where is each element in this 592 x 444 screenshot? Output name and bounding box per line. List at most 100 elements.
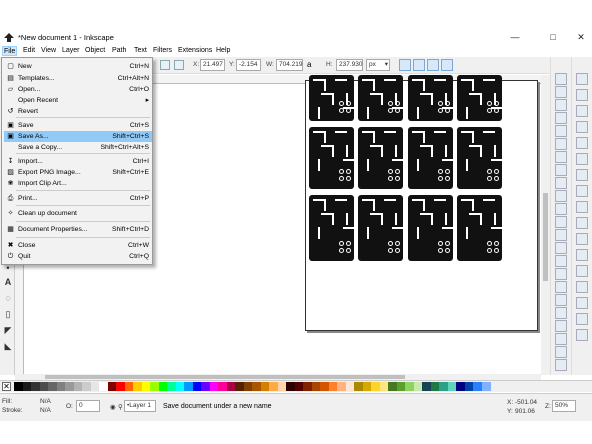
file-menu-item-document-properties[interactable]: ▦ Document Properties... Shift+Ctrl+D [4,224,152,235]
text-font-icon[interactable] [555,333,567,345]
vertical-scroll-thumb[interactable] [543,193,548,281]
lower-icon[interactable] [174,60,184,70]
snap-toggle-icon[interactable] [576,73,588,85]
pcb-layout-shape[interactable] [358,75,403,121]
layer-select[interactable]: •Layer 1 [124,400,156,412]
pcb-layout-shape[interactable] [309,127,354,189]
file-menu-item-open-recent[interactable]: Open Recent ▸ [4,95,152,106]
zoom-drawing-icon[interactable] [555,229,567,241]
file-menu-item-quit[interactable]: ⏻ Quit Ctrl+Q [4,251,152,262]
snap-bbox-corners-icon[interactable] [576,121,588,133]
menu-path[interactable]: Path [111,46,127,56]
maximize-button[interactable]: □ [543,31,563,44]
pcb-layout-shape[interactable] [408,195,453,261]
pcb-layout-shape[interactable] [408,127,453,189]
snap-page-border-icon[interactable] [576,297,588,309]
zoom-selection-icon[interactable] [555,216,567,228]
open-doc-icon[interactable] [555,86,567,98]
file-menu-item-save[interactable]: ▣ Save Ctrl+S [4,120,152,131]
raise-icon[interactable] [160,60,170,70]
file-menu-item-close[interactable]: ✖ Close Ctrl+W [4,240,152,251]
ungroup-icon[interactable] [555,307,567,319]
y-input[interactable]: -2.154 [236,59,261,71]
unit-select[interactable]: px ▾ [366,59,390,71]
eraser-tool-icon[interactable]: ▯ [3,309,13,319]
fill-value[interactable]: N/A [40,398,51,405]
lock-icon[interactable]: a [307,60,317,70]
save-doc-icon[interactable] [555,99,567,111]
pcb-layout-shape[interactable] [309,75,354,121]
w-input[interactable]: 704.219 [276,59,303,71]
pcb-layout-shape[interactable] [358,195,403,261]
redo-icon[interactable] [555,164,567,176]
snap-rotation-center-icon[interactable] [576,265,588,277]
menu-file[interactable]: File [2,46,18,56]
file-menu-item-open[interactable]: ▱ Open... Ctrl+O [4,84,152,95]
align-icon[interactable] [555,359,567,371]
scale-stroke-icon[interactable] [399,59,411,71]
group-icon[interactable] [555,294,567,306]
pcb-layout-shape[interactable] [408,75,453,121]
snap-intersections-icon[interactable] [576,185,588,197]
snap-bbox-icon[interactable] [576,89,588,101]
snap-bbox-midpoints-icon[interactable] [576,137,588,149]
paint-bucket-icon[interactable]: ◤ [3,325,13,335]
vertical-scrollbar[interactable] [541,75,550,375]
pcb-layout-shape[interactable] [457,75,502,121]
snap-guide-icon[interactable] [576,329,588,341]
snap-grid-icon[interactable] [576,313,588,325]
file-menu-item-save-a-copy[interactable]: Save a Copy... Shift+Ctrl+Alt+S [4,142,152,153]
snap-text-baseline-icon[interactable] [576,281,588,293]
copy-icon[interactable] [555,177,567,189]
menu-filters[interactable]: Filters [152,46,173,56]
minimize-button[interactable]: — [505,31,525,44]
horizontal-scroll-thumb[interactable] [45,375,405,379]
paste-icon[interactable] [555,203,567,215]
menu-object[interactable]: Object [84,46,106,56]
text-tool-icon[interactable]: A [3,277,13,287]
gradient-tool-icon[interactable]: ◣ [3,341,13,351]
spray-tool-icon[interactable]: ◌ [3,293,13,303]
menu-extensions[interactable]: Extensions [177,46,213,56]
export-doc-icon[interactable] [555,138,567,150]
unlink-clone-icon[interactable] [555,281,567,293]
file-menu-item-import[interactable]: ↧ Import... Ctrl+I [4,156,152,167]
file-menu-item-import-clip-art[interactable]: ❀ Import Clip Art... [4,178,152,189]
zoom-page-icon[interactable] [555,242,567,254]
snap-cusp-icon[interactable] [576,201,588,213]
snap-midpoints-icon[interactable] [576,233,588,245]
clone-icon[interactable] [555,268,567,280]
file-menu-item-clean-up-document[interactable]: ✧ Clean up document [4,208,152,219]
snap-smooth-icon[interactable] [576,217,588,229]
snap-bbox-edges-icon[interactable] [576,105,588,117]
fill-stroke-icon[interactable] [555,320,567,332]
move-gradients-icon[interactable] [427,59,439,71]
scale-corners-icon[interactable] [413,59,425,71]
file-menu-item-export-png-image[interactable]: ▨ Export PNG Image... Shift+Ctrl+E [4,167,152,178]
lock-layer-icon[interactable]: ⚲ [118,403,123,411]
menu-help[interactable]: Help [215,46,231,56]
cut-icon[interactable] [555,190,567,202]
h-input[interactable]: 237.930 [336,59,363,71]
x-input[interactable]: 21.497 [200,59,225,71]
menu-layer[interactable]: Layer [61,46,81,56]
pcb-layout-shape[interactable] [457,195,502,261]
opacity-input[interactable]: 0 [76,400,100,412]
print-doc-icon[interactable] [555,112,567,124]
menu-edit[interactable]: Edit [22,46,36,56]
pcb-layout-shape[interactable] [358,127,403,189]
pcb-layout-shape[interactable] [457,127,502,189]
no-paint-swatch[interactable]: ✕ [2,382,11,391]
menu-text[interactable]: Text [133,46,148,56]
xml-editor-icon[interactable] [555,346,567,358]
file-menu-item-print[interactable]: ⎙ Print... Ctrl+P [4,193,152,204]
file-menu-item-revert[interactable]: ↺ Revert [4,106,152,117]
snap-nodes-icon[interactable] [576,153,588,165]
move-patterns-icon[interactable] [441,59,453,71]
file-menu-item-save-as[interactable]: ▣ Save As... Shift+Ctrl+S [4,131,152,142]
stroke-value[interactable]: N/A [40,407,51,414]
snap-paths-icon[interactable] [576,169,588,181]
file-menu-item-new[interactable]: ▢ New Ctrl+N [4,61,152,72]
undo-icon[interactable] [555,151,567,163]
duplicate-icon[interactable] [555,255,567,267]
